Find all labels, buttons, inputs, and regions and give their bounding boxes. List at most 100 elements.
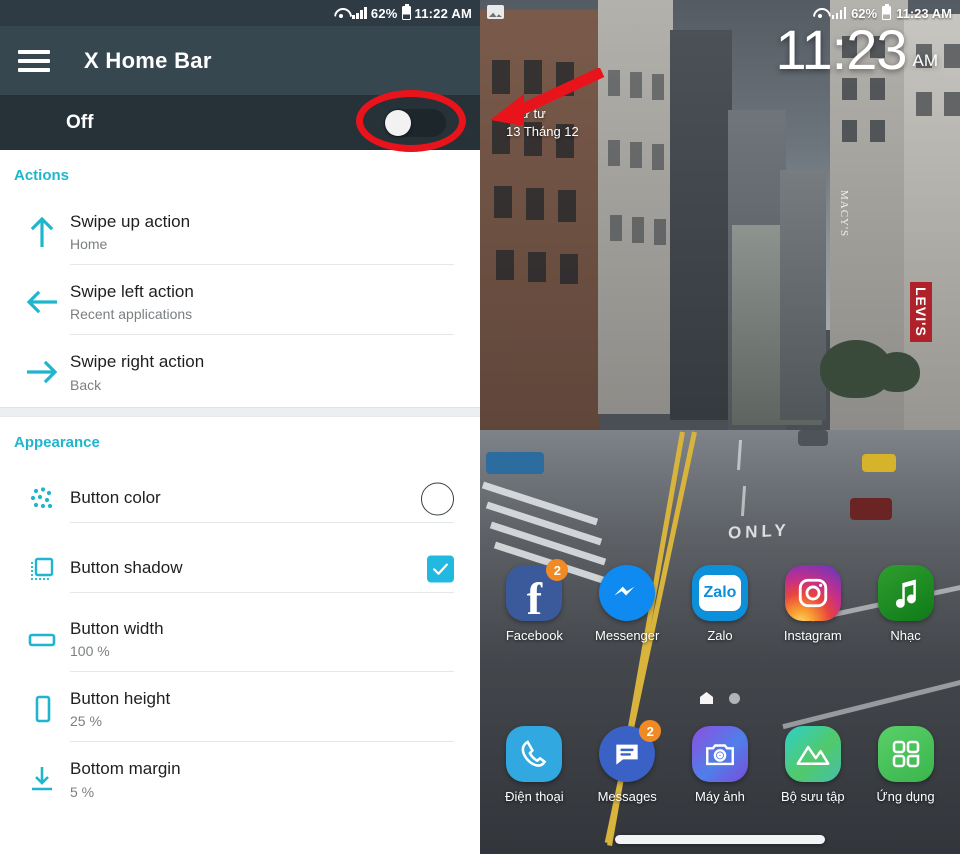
battery-icon [882, 4, 892, 20]
row-text: Button shadow [70, 545, 454, 593]
row-title: Swipe right action [70, 352, 205, 372]
page-dot[interactable] [729, 692, 740, 704]
row-swipe-left-action[interactable]: Swipe left action Recent applications [0, 267, 480, 337]
app-label: Messages [597, 789, 657, 804]
facebook-icon[interactable]: f 2 [506, 559, 569, 622]
app-label: Messenger [595, 628, 660, 643]
app-row-1: f 2 Facebook Messenger Zalo Zalo Instagr… [480, 559, 960, 643]
row-title: Swipe up action [70, 211, 191, 231]
app-label: Điện thoại [505, 789, 564, 804]
app-label: Instagram [783, 628, 842, 643]
section-header-appearance: Appearance [14, 434, 100, 451]
zalo-icon[interactable]: Zalo [691, 565, 748, 621]
wallpaper-car [486, 452, 544, 474]
master-toggle-row[interactable]: Off [0, 90, 480, 152]
trailing-control[interactable] [421, 482, 454, 516]
music-icon[interactable] [877, 565, 934, 621]
app-nhac[interactable]: Nhạc [865, 565, 947, 643]
arrow-down-to-line-icon [14, 763, 70, 795]
hamburger-menu-icon[interactable] [18, 49, 50, 72]
row-value: 5 % [70, 783, 95, 800]
wallpaper-car [850, 498, 892, 520]
left-status-bar: 62% 11:22 AM [0, 0, 480, 26]
master-toggle-switch[interactable] [384, 108, 446, 137]
instagram-icon[interactable] [784, 565, 841, 621]
wifi-icon [334, 7, 348, 19]
status-bar-clock: 11:23 AM [896, 5, 952, 21]
app-label: Facebook [505, 628, 563, 643]
app-camera[interactable]: Máy ảnh [679, 726, 761, 804]
right-status-bar: 62% 11:23 AM [480, 0, 960, 26]
clock-time: 11:23 [775, 18, 908, 81]
row-text: Button height 25 % [70, 676, 454, 743]
app-label: Nhạc [890, 628, 921, 643]
row-bottom-margin[interactable]: Bottom margin 5 % [0, 744, 480, 814]
row-button-color[interactable]: Button color [0, 464, 480, 534]
wallpaper-car [798, 430, 828, 446]
row-swipe-right-action[interactable]: Swipe right action Back [0, 337, 480, 407]
apps-grid-icon[interactable] [877, 726, 934, 782]
color-swatch[interactable] [421, 482, 454, 516]
wifi-icon [813, 7, 827, 19]
x-home-bar[interactable] [615, 835, 825, 844]
shadow-checkbox[interactable] [427, 555, 454, 583]
status-bar-icons: 62% 11:22 AM [334, 4, 472, 21]
arrow-up-icon [14, 215, 70, 249]
settings-list: Actions Swipe up action Home Swipe left … [0, 150, 480, 814]
clock-widget[interactable]: 11:23 AM [776, 22, 938, 78]
app-label: Ứng dụng [876, 789, 935, 804]
app-label: Bộ sưu tập [780, 789, 845, 804]
arrow-right-icon [14, 358, 70, 386]
app-phone[interactable]: Điện thoại [493, 726, 575, 804]
app-row-2: Điện thoại 2 Messages Máy ảnh Bộ sưu tập… [480, 720, 960, 804]
phone-icon[interactable] [506, 726, 563, 782]
red-arrow-annotation [490, 68, 605, 126]
row-value: Recent applications [70, 306, 193, 323]
camera-icon[interactable] [691, 726, 748, 782]
zalo-wordmark: Zalo [703, 584, 737, 601]
shadow-square-icon [14, 554, 70, 584]
battery-percent-label: 62% [370, 5, 398, 21]
page-title: X Home Bar [84, 47, 212, 73]
row-value: 25 % [70, 713, 102, 730]
row-value: Home [70, 236, 108, 253]
app-label: Máy ảnh [695, 789, 745, 804]
app-messenger[interactable]: Messenger [586, 565, 668, 643]
app-label: Zalo [707, 628, 733, 643]
status-bar-clock: 11:22 AM [414, 5, 472, 21]
messenger-icon[interactable] [599, 565, 656, 621]
arrow-left-icon [14, 288, 70, 316]
wallpaper-road-marking: ONLY [727, 520, 790, 543]
page-indicator[interactable] [480, 692, 960, 704]
notification-badge: 2 [546, 559, 569, 581]
screenshot-root: 62% 11:22 AM X Home Bar Off Actions Swip… [0, 0, 960, 854]
notification-badge: 2 [639, 720, 662, 742]
section-header-actions: Actions [14, 167, 70, 184]
messages-icon[interactable]: 2 [599, 720, 662, 782]
wallpaper-car [862, 454, 896, 472]
row-button-width[interactable]: Button width 100 % [0, 604, 480, 674]
app-apps[interactable]: Ứng dụng [865, 726, 947, 804]
row-swipe-up-action[interactable]: Swipe up action Home [0, 197, 480, 267]
height-rect-icon [14, 693, 70, 725]
app-instagram[interactable]: Instagram [772, 565, 854, 643]
trailing-control[interactable] [427, 555, 454, 583]
gallery-icon[interactable] [784, 726, 841, 782]
row-text: Swipe up action Home [70, 199, 454, 266]
section-divider [0, 407, 480, 417]
battery-percent-label: 62% [851, 5, 878, 21]
wallpaper-building [670, 30, 732, 420]
home-page-icon[interactable] [700, 692, 713, 704]
row-text: Button color [70, 475, 454, 523]
row-button-shadow[interactable]: Button shadow [0, 534, 480, 604]
app-messages[interactable]: 2 Messages [586, 720, 668, 804]
wallpaper-macys-sign: MACY'S [838, 190, 850, 238]
row-button-height[interactable]: Button height 25 % [0, 674, 480, 744]
app-zalo[interactable]: Zalo Zalo [679, 565, 761, 643]
app-gallery[interactable]: Bộ sưu tập [772, 726, 854, 804]
row-text: Swipe left action Recent applications [70, 269, 454, 336]
row-text: Swipe right action Back [70, 339, 454, 405]
app-facebook[interactable]: f 2 Facebook [493, 559, 575, 643]
zalo-bubble: Zalo [698, 575, 741, 611]
color-palette-icon [14, 484, 70, 514]
